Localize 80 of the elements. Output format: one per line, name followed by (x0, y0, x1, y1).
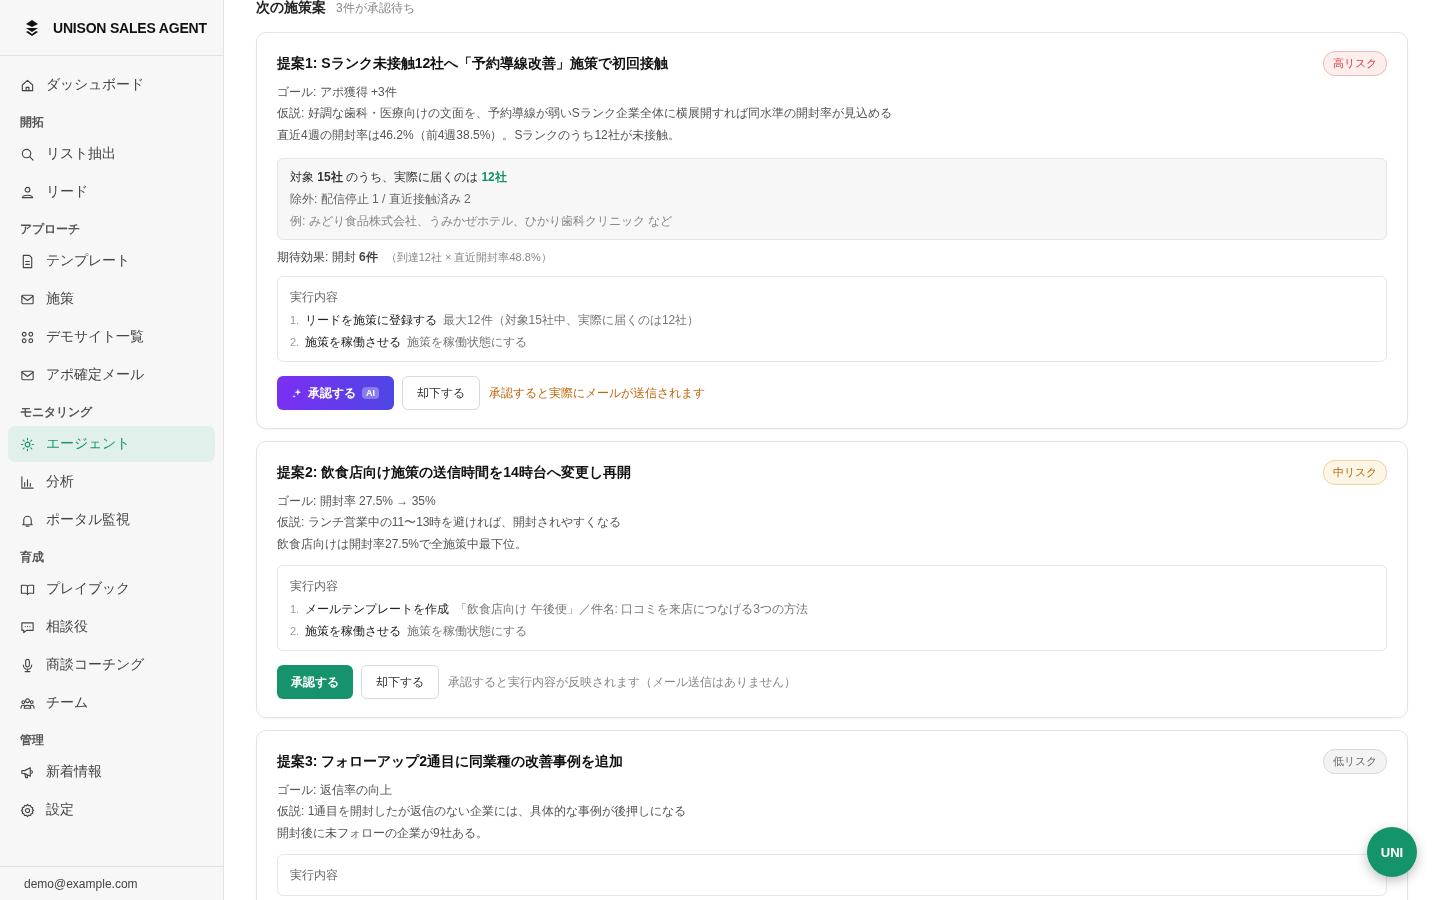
risk-badge: 中リスク (1323, 460, 1387, 485)
effect-note: （到達12社 × 直近開封率48.8%） (385, 250, 552, 265)
step-detail: 施策を稼働状態にする (407, 623, 528, 640)
step-number: 2. (290, 336, 300, 348)
chat-icon (20, 619, 35, 635)
sun-icon (20, 436, 35, 452)
mic-icon (20, 657, 35, 673)
brand-name: UNISON SALES AGENT (53, 19, 207, 36)
nav-item[interactable]: 設定 (8, 792, 215, 828)
file-icon (20, 253, 35, 269)
approve-button[interactable]: 承認する AI (277, 376, 394, 410)
nav-item[interactable]: チーム (8, 685, 215, 721)
target-summary: 対象 15社 のうち、実際に届くのは 12社 (290, 169, 508, 186)
sparkle-icon (292, 388, 302, 398)
nav-item[interactable]: テンプレート (8, 243, 215, 279)
expected-effect: 期待効果: 開封 6件 (277, 249, 378, 266)
users-icon (20, 695, 35, 711)
chart-icon (20, 474, 35, 490)
ai-badge: AI (362, 387, 379, 399)
hypothesis-text: 仮説: 1通目を開封したが返信のない企業には、具体的な事例が後押しになる (277, 803, 688, 820)
evidence-text: 直近4週の開封率は46.2%（前4週38.5%）。Sランクのうち12社が未接触。 (277, 127, 681, 144)
nav-item[interactable]: リード (8, 174, 215, 210)
nav-item[interactable]: アポ確定メール (8, 357, 215, 393)
search-icon (20, 146, 35, 162)
home-icon (20, 77, 35, 93)
step-detail: 最大12件（対象15社中、実際に届くのは12社） (443, 312, 700, 329)
nav-item[interactable]: 分析 (8, 464, 215, 500)
step-detail: 「飲食店向け 午後便」／件名: 口コミを来店につなげる3つの方法 (455, 601, 808, 618)
assistant-button[interactable]: UNI (1367, 827, 1417, 877)
nav-item[interactable]: 相談役 (8, 609, 215, 645)
megaphone-icon (20, 764, 35, 780)
grid-icon (20, 329, 35, 345)
approval-note: 承認すると実行内容が反映されます（メール送信はありません） (448, 673, 796, 691)
nav-item[interactable]: リスト抽出 (8, 136, 215, 172)
step-number: 1. (290, 314, 300, 326)
nav-item[interactable]: 商談コーチング (8, 647, 215, 683)
risk-badge: 低リスク (1323, 749, 1387, 774)
section-heading: 育成 (19, 549, 45, 566)
nav-item[interactable]: 施策 (8, 281, 215, 317)
step-action: メールテンプレートを作成 (305, 601, 450, 618)
user-icon (20, 184, 35, 200)
nav-item[interactable]: ダッシュボード (8, 67, 215, 103)
nav-item[interactable]: プレイブック (8, 571, 215, 607)
hypothesis-text: 仮説: 好調な歯科・医療向けの文面を、予約導線が弱いSランク企業全体に横展開すれば同水準の開封率が見込める (277, 105, 893, 122)
user-email: demo@example.com (24, 876, 138, 891)
section-heading: アプローチ (19, 221, 81, 238)
section-heading: モニタリング (19, 404, 94, 421)
proposal-title: 提案3: フォローアップ2通目に同業種の改善事例を追加 (277, 752, 624, 771)
proposal-title: 提案2: 飲食店向け施策の送信時間を14時台へ変更し再開 (277, 463, 631, 482)
evidence-text: 飲食店向けは開封率27.5%で全施策中最下位。 (277, 536, 529, 553)
goal-text: ゴール: 返信率の向上 (277, 782, 393, 799)
reject-button[interactable]: 却下する (361, 665, 439, 699)
pending-count: 3件が承認待ち (336, 0, 415, 17)
section-heading: 管理 (19, 732, 45, 749)
goal-text: ゴール: アポ獲得 +3件 (277, 84, 398, 101)
hypothesis-text: 仮説: ランチ営業中の11〜13時を避ければ、開封されやすくなる (277, 514, 623, 531)
section-heading: 開拓 (19, 114, 45, 131)
step-action: 施策を稼働させる (305, 623, 402, 640)
nav-item[interactable]: ポータル監視 (8, 502, 215, 538)
nav-item[interactable]: 新着情報 (8, 754, 215, 790)
risk-badge: 高リスク (1323, 51, 1387, 76)
evidence-text: 開封後に未フォローの企業が9社ある。 (277, 825, 489, 842)
steps-heading: 実行内容 (290, 867, 339, 884)
reject-button[interactable]: 却下する (402, 376, 480, 410)
step-action: 施策を稼働させる (305, 334, 402, 351)
example-text: 例: みどり食品株式会社、うみかぜホテル、ひかり歯科クリニック など (290, 213, 673, 230)
approval-note: 承認すると実際にメールが送信されます (489, 384, 705, 402)
steps-heading: 実行内容 (290, 289, 339, 306)
step-detail: 施策を稼働状態にする (407, 334, 528, 351)
step-action: リードを施策に登録する (305, 312, 438, 329)
page-title: 次の施策案 (256, 0, 326, 17)
nav-item[interactable]: デモサイト一覧 (8, 319, 215, 355)
steps-heading: 実行内容 (290, 578, 339, 595)
exclusion-text: 除外: 配信停止 1 / 直近接触済み 2 (290, 191, 472, 208)
proposal-title: 提案1: Sランク未接触12社へ「予約導線改善」施策で初回接触 (277, 54, 669, 73)
step-number: 1. (290, 603, 300, 615)
gear-icon (20, 802, 35, 818)
goal-text: ゴール: 開封率 27.5% → 35% (277, 493, 437, 510)
approve-button[interactable]: 承認する (277, 665, 353, 699)
step-number: 2. (290, 625, 300, 637)
